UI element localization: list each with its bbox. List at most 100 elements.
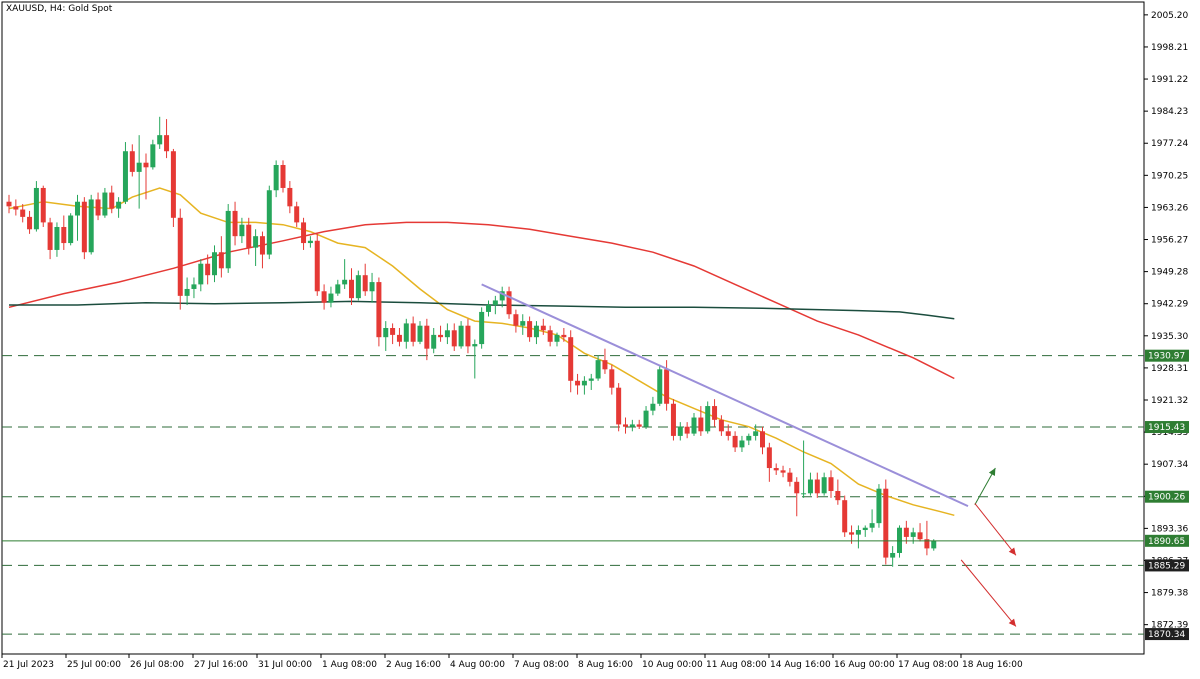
candle-body xyxy=(431,334,437,349)
candle-body xyxy=(205,263,211,276)
x-tick-label: 7 Aug 08:00 xyxy=(514,660,569,670)
candle-body xyxy=(164,135,170,152)
candle-body xyxy=(575,380,581,386)
candle-body xyxy=(520,321,526,326)
candle-body xyxy=(273,165,279,191)
candle-body xyxy=(636,424,642,427)
candle-body xyxy=(828,477,834,491)
candle-body xyxy=(705,406,711,432)
candle-body xyxy=(54,226,60,250)
y-tick-label: 1893.36 xyxy=(1151,524,1188,534)
candle-body xyxy=(150,144,156,168)
symbol-label: XAUUSD, H4: Gold Spot xyxy=(6,4,113,14)
x-tick-label: 26 Jul 08:00 xyxy=(130,660,184,670)
candle-body xyxy=(568,337,574,381)
candle-body xyxy=(61,226,67,244)
candle-body xyxy=(362,275,368,292)
candle-body xyxy=(116,201,122,209)
candle-body xyxy=(458,325,464,347)
x-tick-label: 16 Aug 00:00 xyxy=(834,660,895,670)
candle-body xyxy=(424,325,430,349)
candle-body xyxy=(492,300,498,306)
candle-body xyxy=(6,201,12,207)
candle-body xyxy=(794,481,800,494)
candle-body xyxy=(643,410,649,427)
candle-body xyxy=(623,424,628,427)
candle-body xyxy=(479,311,485,345)
candle-body xyxy=(465,325,471,347)
candle-body xyxy=(472,344,478,347)
candle-body xyxy=(581,380,587,386)
candle-body xyxy=(438,334,444,338)
y-tick-label: 1879.38 xyxy=(1151,589,1188,599)
x-tick-label: 10 Aug 00:00 xyxy=(642,660,703,670)
candle-body xyxy=(917,532,923,540)
candle-body xyxy=(349,279,354,299)
candle-body xyxy=(328,293,334,303)
candle-body xyxy=(13,206,19,210)
candle-body xyxy=(417,325,423,342)
x-tick-label: 8 Aug 16:00 xyxy=(578,660,633,670)
candle-body xyxy=(40,187,46,223)
candle-body xyxy=(725,431,731,436)
candle-body xyxy=(444,330,450,338)
candle-body xyxy=(931,540,937,549)
candle-body xyxy=(81,201,87,253)
candle-body xyxy=(321,291,327,303)
candle-body xyxy=(766,447,772,469)
trendline xyxy=(481,283,969,508)
candle-body xyxy=(540,325,546,331)
x-tick-label: 31 Jul 00:00 xyxy=(258,660,312,670)
y-tick-label: 1956.27 xyxy=(1151,236,1188,246)
candle-body xyxy=(157,135,163,145)
y-tick-label: 1935.30 xyxy=(1151,332,1188,342)
candle-body xyxy=(287,187,293,207)
candle-body xyxy=(403,323,409,342)
candle-body xyxy=(75,201,80,216)
y-tick-label: 1991.22 xyxy=(1151,75,1188,85)
y-tick-label: 1949.28 xyxy=(1151,268,1188,278)
candle-body xyxy=(718,419,724,432)
candle-body xyxy=(486,305,491,312)
candle-body xyxy=(609,369,615,388)
candle-body xyxy=(369,282,375,292)
candle-body xyxy=(691,417,697,434)
y-tick-label: 1977.24 xyxy=(1151,139,1188,149)
candle-body xyxy=(95,199,101,216)
candle-body xyxy=(122,151,128,202)
candle-body xyxy=(780,470,786,473)
candle-body xyxy=(212,252,217,276)
candle-body xyxy=(410,323,416,342)
candle-body xyxy=(102,192,108,216)
candle-body xyxy=(588,378,594,381)
candle-body xyxy=(136,162,142,172)
candle-body xyxy=(746,435,752,441)
x-tick-label: 21 Jul 2023 xyxy=(3,660,54,670)
forecast-arrow-head xyxy=(1008,547,1016,556)
candle-body xyxy=(595,360,601,379)
candle-body xyxy=(739,440,745,448)
x-tick-label: 4 Aug 00:00 xyxy=(450,660,505,670)
x-tick-label: 18 Aug 16:00 xyxy=(962,660,1023,670)
candle-body xyxy=(698,417,704,432)
candle-body xyxy=(602,360,608,370)
candle-body xyxy=(849,532,855,535)
candle-body xyxy=(239,224,245,237)
price-level-label: 1900.26 xyxy=(1148,493,1185,503)
candle-body xyxy=(869,523,875,528)
y-tick-label: 1942.29 xyxy=(1151,300,1188,310)
candle-body xyxy=(451,330,457,347)
candle-body xyxy=(787,472,793,482)
price-chart: 2005.20 1998.21 1991.22 1984.23 1977.24 1970.… xyxy=(1,1,1189,670)
candle-body xyxy=(547,330,553,342)
price-level-label: 1885.29 xyxy=(1148,561,1185,571)
candle-body xyxy=(129,151,135,172)
candle-body xyxy=(20,209,26,217)
x-tick-label: 27 Jul 16:00 xyxy=(194,660,248,670)
candle-body xyxy=(842,500,848,533)
candle-body xyxy=(342,279,348,285)
candle-body xyxy=(760,431,765,448)
candle-body xyxy=(814,479,820,494)
candle-body xyxy=(533,325,539,338)
candle-body xyxy=(335,284,341,294)
